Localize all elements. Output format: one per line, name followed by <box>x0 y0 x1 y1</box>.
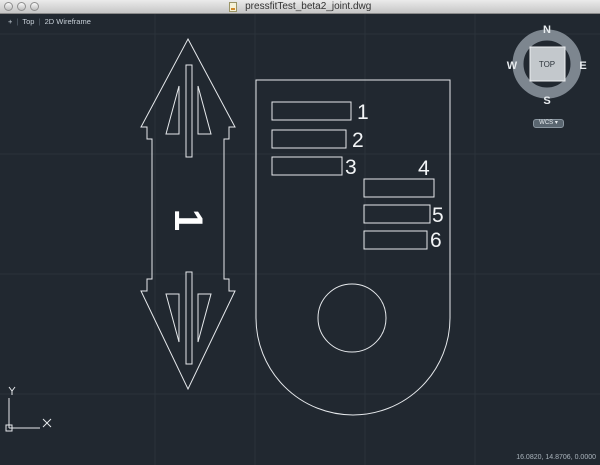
title-bar: pressfitTest_beta2_joint.dwg <box>0 0 600 14</box>
slot-label-6: 6 <box>430 229 442 252</box>
wcs-label: WCS <box>539 120 554 126</box>
grid-lines <box>0 14 600 465</box>
connector-center-slot-bottom <box>185 271 193 365</box>
window-title: pressfitTest_beta2_joint.dwg <box>245 1 372 12</box>
drawing-viewport[interactable]: 1 2 3 4 5 6 1 TOP N S E W X Y + | Top | … <box>0 14 600 465</box>
dwg-file-icon <box>228 2 237 12</box>
viewport-menu-button[interactable]: + <box>8 17 12 26</box>
drawing-canvas[interactable]: 1 2 3 4 5 6 1 TOP N S E W X Y <box>0 14 600 465</box>
viewport-controls: + | Top | 2D Wireframe <box>8 17 93 27</box>
test-slot-6 <box>363 230 428 250</box>
connector-flex-slot-top-left <box>165 85 180 135</box>
slot-label-5: 5 <box>432 204 444 227</box>
slot-label-2: 2 <box>352 129 364 152</box>
ucs-x-label: X <box>43 406 49 416</box>
slot-label-4: 4 <box>418 157 430 180</box>
test-slot-5 <box>363 204 431 224</box>
separator: | <box>38 17 41 26</box>
compass-north-label[interactable]: N <box>543 24 551 36</box>
connector-flex-slot-bottom-right <box>197 293 212 343</box>
slot-label-1: 1 <box>357 101 369 124</box>
view-cube-face-label: TOP <box>539 60 555 69</box>
connector-flex-slot-bottom-left <box>165 293 180 343</box>
test-slot-4 <box>363 178 435 198</box>
view-control-button[interactable]: Top <box>22 17 34 26</box>
connector-center-slot-top <box>185 64 193 158</box>
application-window: pressfitTest_beta2_joint.dwg 1 2 3 4 5 6… <box>0 0 600 465</box>
chevron-down-icon: ▾ <box>554 120 558 126</box>
separator: | <box>16 17 19 26</box>
test-slot-1 <box>271 101 352 121</box>
test-slot-3 <box>271 156 343 176</box>
compass-east-label[interactable]: E <box>579 60 586 72</box>
part-label: 1 <box>166 209 210 231</box>
wcs-dropdown[interactable]: WCS ▾ <box>533 119 564 128</box>
compass-south-label[interactable]: S <box>543 95 550 107</box>
test-slot-2 <box>271 129 347 149</box>
title-wrap: pressfitTest_beta2_joint.dwg <box>0 0 600 14</box>
connector-flex-slot-top-right <box>197 85 212 135</box>
view-cube[interactable]: TOP N S E W <box>507 24 587 107</box>
visual-style-button[interactable]: 2D Wireframe <box>45 17 91 26</box>
compass-west-label[interactable]: W <box>507 60 518 72</box>
plate-hole <box>317 283 387 353</box>
coordinate-readout: 16.0820, 14.8706, 0.0000 <box>516 454 596 461</box>
slot-label-3: 3 <box>345 156 357 179</box>
